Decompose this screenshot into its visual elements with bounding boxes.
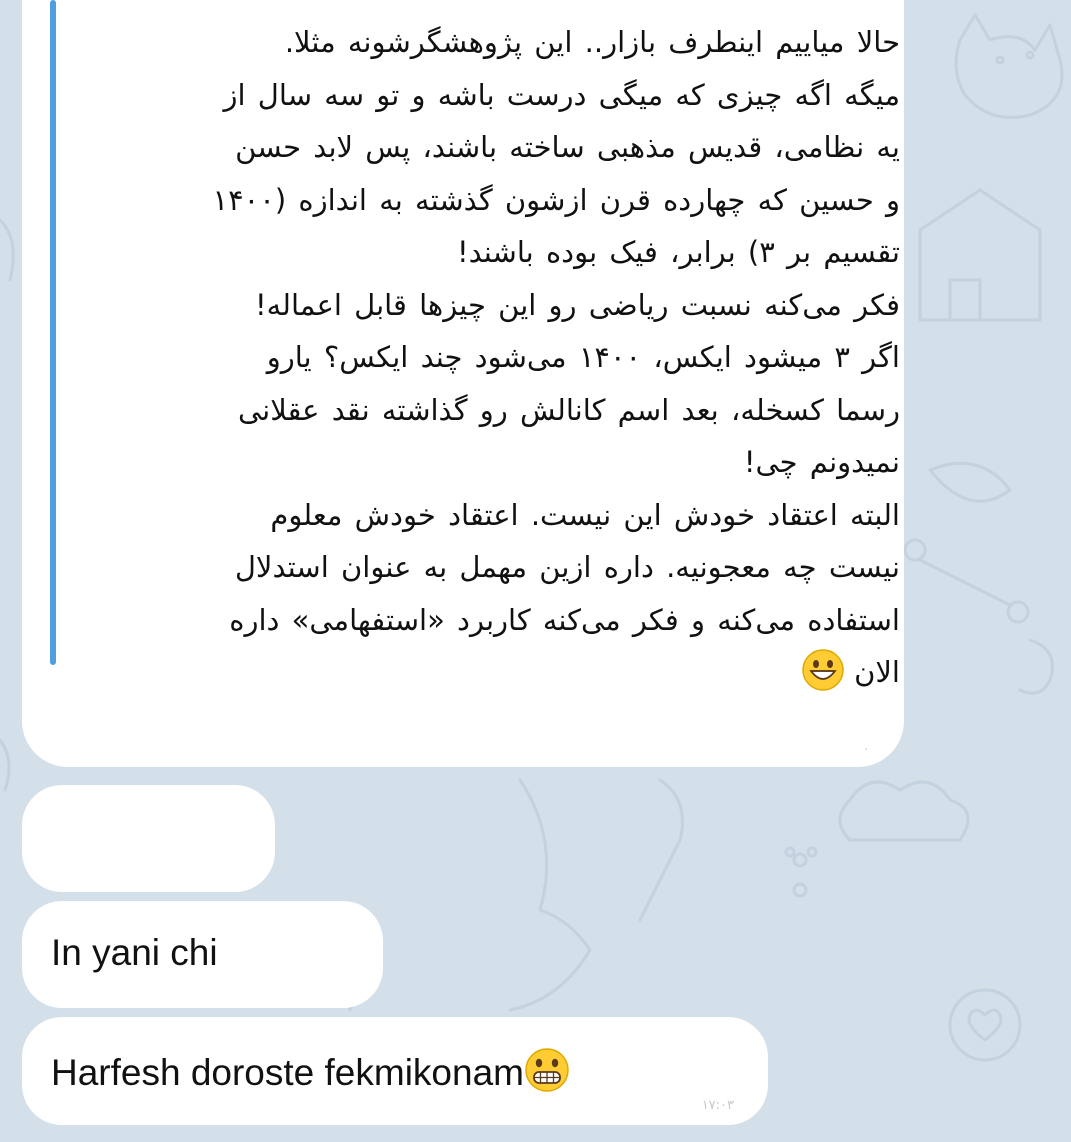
empty-message-bubble[interactable] [22,785,275,892]
quote-line: استفاده می‌کنه و فکر می‌کنه کاربرد «استف… [229,602,900,637]
quote-line: اگر ۳ میشود ایکس، ۱۴۰۰ می‌شود چند ایکس؟ … [266,340,900,374]
grinning-face-emoji-icon [802,649,844,691]
message-time: ۱۷:۰۳ [701,1098,734,1113]
quote-line: رسما کسخله، بعد اسم کانالش رو گذاشته نقد… [237,392,900,427]
grimacing-face-emoji-icon [525,1048,569,1092]
message-time: . [864,739,868,753]
quote-line: و حسین که چهارده قرن ازشون گذشته به اندا… [212,182,900,217]
message-bubble[interactable]: In yani chi [22,901,383,1008]
quote-line: فکر می‌کنه نسبت ریاضی رو این چیزها قابل … [254,287,900,322]
quote-line: نیست چه معجونیه. داره ازین مهمل به عنوان… [234,550,900,584]
quote-line-last: الان [854,655,900,689]
quote-accent-bar [50,0,56,665]
quote-line: یه نظامی، قدیس مذهبی ساخته باشند، پس لاب… [235,130,900,164]
forwarded-message-bubble[interactable]: حالا میاییم اینطرف بازار.. این پژوهشگرشو… [22,0,904,767]
quote-line: میگه اگه چیزی که میگی درست باشه و تو سه … [223,77,900,112]
message-text-wrapper: Harfesh doroste fekmikonam [51,1047,570,1095]
message-bubble[interactable]: Harfesh doroste fekmikonam ۱۷:۰۳ [22,1017,768,1125]
quote-line: نمیدونم چی! [743,445,900,479]
quoted-message-text: حالا میاییم اینطرف بازار.. این پژوهشگرشو… [72,16,900,699]
quote-line: البته اعتقاد خودش این نیست. اعتقاد خودش … [270,497,900,532]
quote-line: حالا میاییم اینطرف بازار.. این پژوهشگرشو… [284,25,900,59]
message-text: Harfesh doroste fekmikonam [51,1052,524,1093]
message-text: In yani chi [51,932,218,973]
quote-line: تقسیم بر ۳) برابر، فیک بوده باشند! [456,235,900,269]
